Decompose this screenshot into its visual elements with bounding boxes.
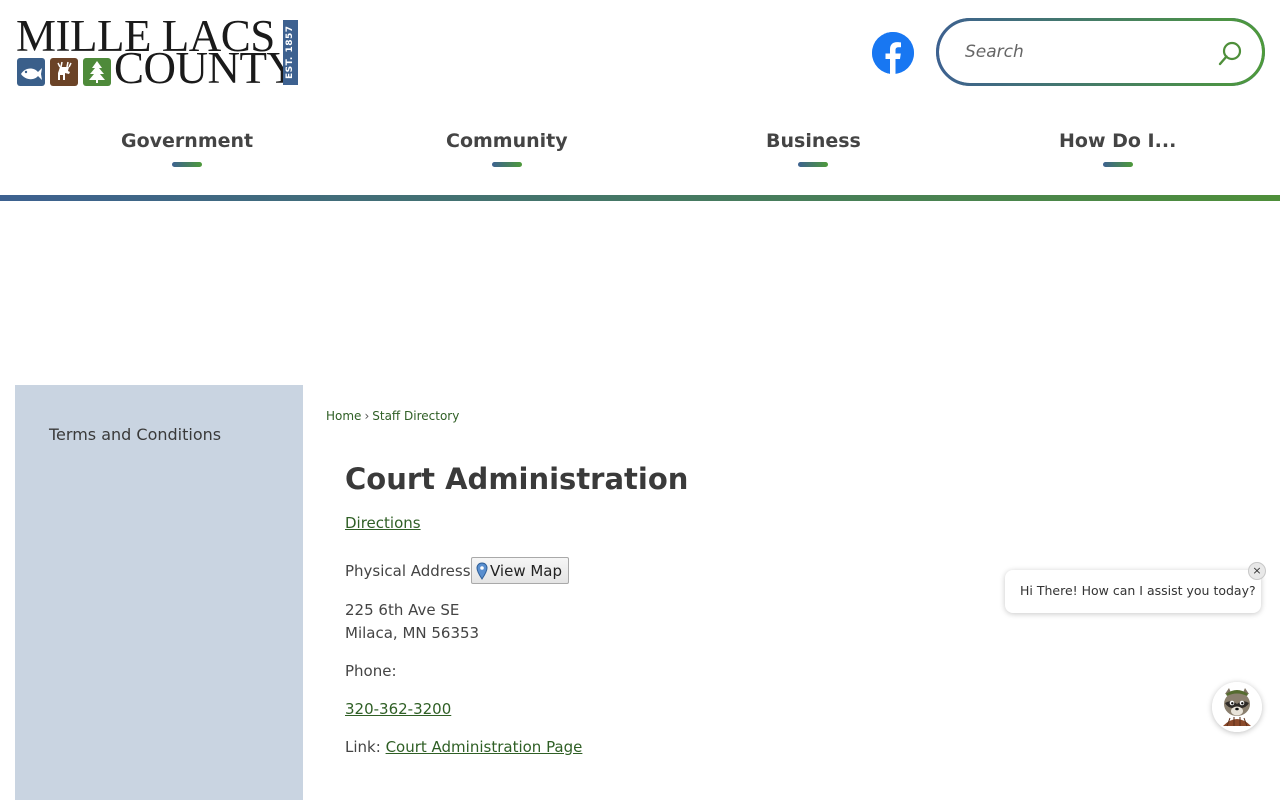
nav-label: Business	[766, 130, 861, 152]
sidebar-item-terms[interactable]: Terms and Conditions	[49, 425, 221, 444]
chat-greeting-bubble[interactable]: Hi There! How can I assist you today?	[1005, 570, 1261, 613]
physical-address-label: Physical Address:	[345, 562, 476, 580]
nav-underline	[491, 162, 522, 167]
address-line1: 225 6th Ave SE	[345, 601, 460, 619]
main-nav: Government Community Business How Do I..…	[0, 130, 1280, 182]
search-box	[936, 18, 1265, 86]
nav-underline	[1102, 162, 1133, 167]
deer-icon	[50, 58, 78, 86]
view-map-label: View Map	[490, 561, 563, 580]
search-icon[interactable]	[1216, 40, 1244, 68]
nav-label: How Do I...	[1059, 130, 1177, 152]
directions-link[interactable]: Directions	[345, 514, 421, 532]
nav-how-do-i[interactable]: How Do I...	[1059, 130, 1176, 167]
logo-line2: COUNTY	[114, 43, 299, 93]
tree-icon	[83, 58, 111, 86]
phone-link[interactable]: 320-362-3200	[345, 700, 451, 718]
nav-business[interactable]: Business	[766, 130, 861, 167]
breadcrumb-staff-directory[interactable]: Staff Directory	[372, 409, 459, 423]
court-administration-page-link[interactable]: Court Administration Page	[386, 738, 583, 756]
map-pin-icon	[476, 561, 488, 580]
breadcrumb-home[interactable]: Home	[326, 409, 361, 423]
search-input[interactable]	[965, 39, 1205, 65]
phone-label: Phone:	[345, 662, 397, 680]
sidebar: Terms and Conditions	[15, 385, 303, 800]
chatbot-avatar-icon[interactable]	[1212, 682, 1262, 732]
page-title: Court Administration	[345, 462, 689, 496]
breadcrumb-separator: ›	[364, 409, 370, 423]
county-logo[interactable]: MILLE LACS COUNTY EST. 1857	[16, 14, 300, 93]
nav-underline	[172, 162, 203, 167]
fish-icon	[17, 58, 45, 86]
nav-community[interactable]: Community	[446, 130, 568, 167]
chat-message: Hi There! How can I assist you today?	[1020, 583, 1256, 598]
facebook-icon[interactable]	[872, 32, 914, 74]
nav-label: Government	[121, 130, 254, 152]
nav-label: Community	[446, 130, 568, 152]
address-line2: Milaca, MN 56353	[345, 624, 480, 642]
close-icon[interactable]: ×	[1248, 562, 1266, 580]
nav-underline	[798, 162, 829, 167]
view-map-button[interactable]: View Map	[471, 557, 570, 584]
logo-established: EST. 1857	[283, 20, 298, 85]
nav-government[interactable]: Government	[121, 130, 253, 167]
link-label: Link:	[345, 738, 381, 756]
header-divider	[0, 195, 1280, 201]
breadcrumb: Home › Staff Directory	[326, 409, 459, 423]
